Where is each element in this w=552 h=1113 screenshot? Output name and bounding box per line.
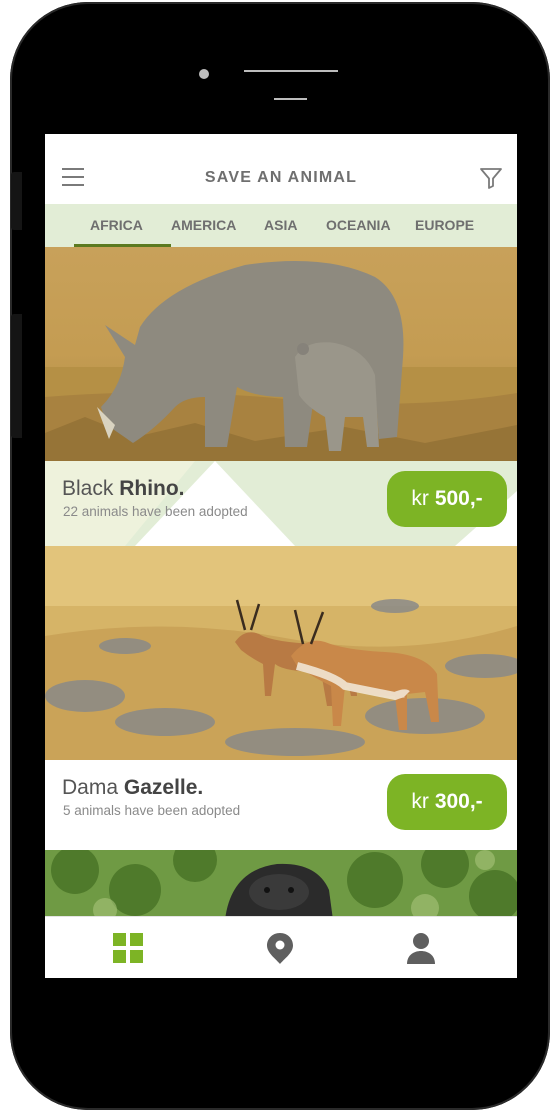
hamburger-menu-icon[interactable] bbox=[62, 168, 84, 186]
filter-funnel-icon[interactable] bbox=[479, 166, 503, 190]
tab-asia[interactable]: ASIA bbox=[264, 217, 297, 233]
tab-africa[interactable]: AFRICA bbox=[74, 217, 171, 247]
adopted-count: 22 animals have been adopted bbox=[63, 504, 248, 519]
gorilla-photo bbox=[45, 850, 517, 920]
tab-america[interactable]: AMERICA bbox=[171, 217, 236, 233]
tab-europe[interactable]: EUROPE bbox=[415, 217, 474, 233]
front-camera bbox=[199, 69, 209, 79]
animal-info-gazelle: Dama Gazelle. 5 animals have been adopte… bbox=[45, 760, 517, 845]
bottom-nav bbox=[45, 916, 517, 978]
user-profile-icon[interactable] bbox=[404, 931, 438, 965]
page-title: SAVE AN ANIMAL bbox=[204, 169, 358, 186]
volume-button bbox=[11, 172, 22, 230]
location-pin-icon[interactable] bbox=[263, 931, 297, 965]
gazelle-photo bbox=[45, 546, 517, 760]
grid-icon[interactable] bbox=[111, 931, 145, 965]
app-header: SAVE AN ANIMAL bbox=[45, 134, 517, 204]
animal-info-rhino: Black Rhino. 22 animals have been adopte… bbox=[45, 461, 517, 546]
animal-card-gorilla[interactable] bbox=[45, 850, 517, 920]
tab-oceania[interactable]: OCEANIA bbox=[326, 217, 391, 233]
region-tabs: AFRICA AMERICA ASIA OCEANIA EUROPE bbox=[45, 204, 517, 248]
rhino-photo bbox=[45, 247, 517, 461]
animal-name: Dama Gazelle. bbox=[62, 776, 204, 799]
sensor-slot bbox=[274, 98, 307, 100]
side-button bbox=[11, 314, 22, 438]
app-screen: SAVE AN ANIMAL AFRICA AMERICA ASIA OCEAN… bbox=[45, 134, 517, 978]
adopt-price-button[interactable]: kr 300,- bbox=[387, 774, 507, 830]
adopt-price-button[interactable]: kr 500,- bbox=[387, 471, 507, 527]
earpiece-speaker bbox=[244, 70, 338, 72]
animal-name: Black Rhino. bbox=[62, 477, 185, 500]
adopted-count: 5 animals have been adopted bbox=[63, 803, 241, 818]
